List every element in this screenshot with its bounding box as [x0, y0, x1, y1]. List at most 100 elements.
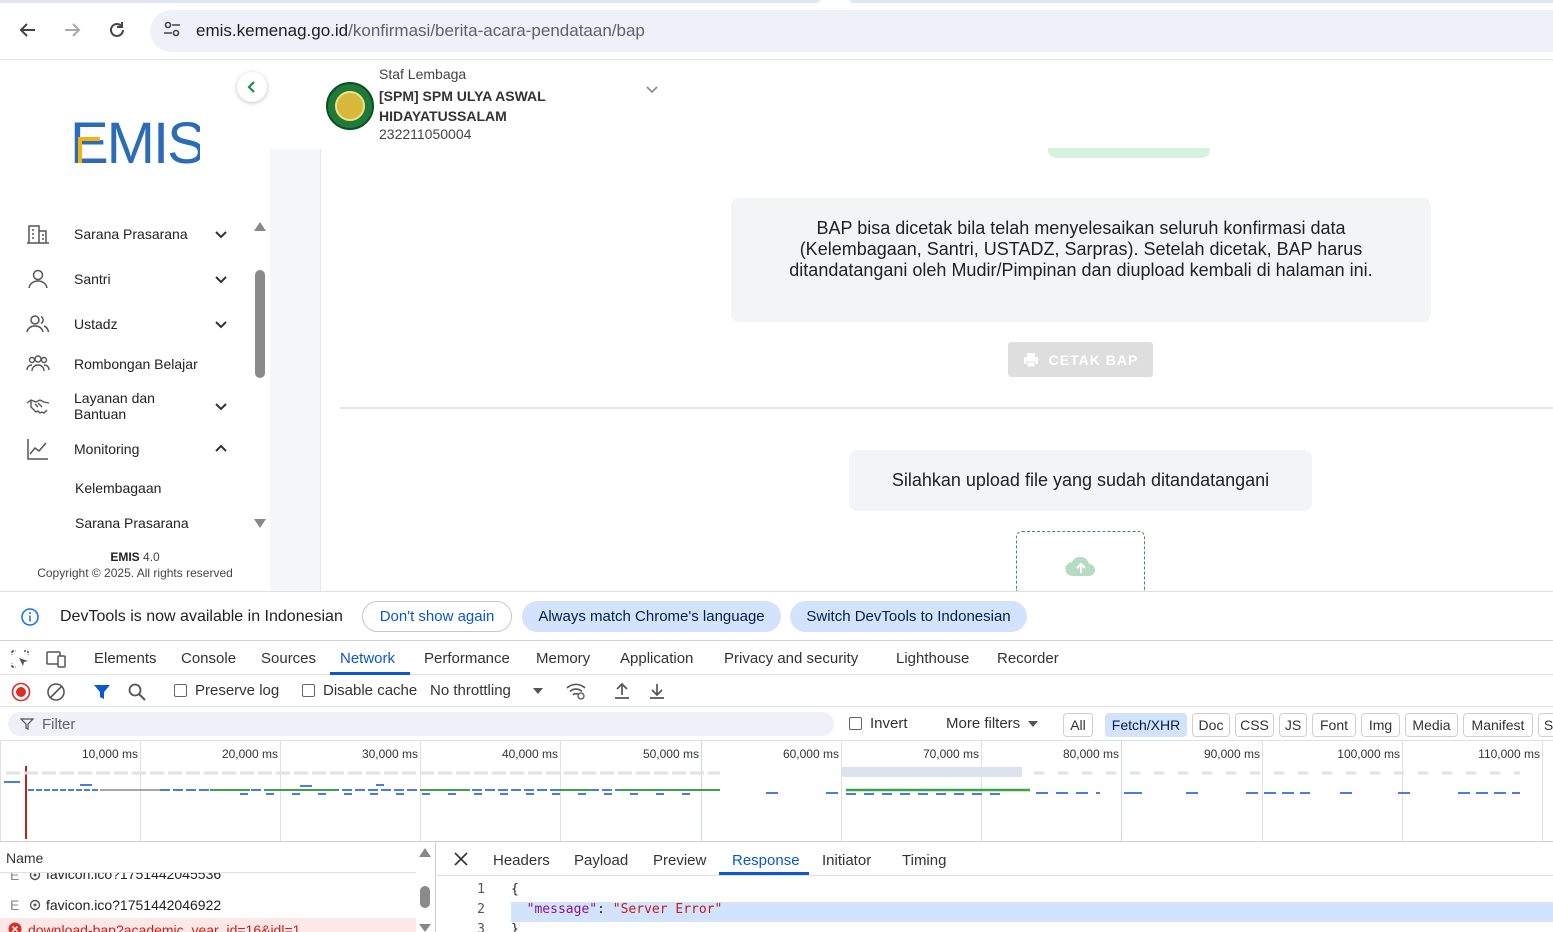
forward-icon[interactable]	[58, 16, 86, 44]
timeline-tick: 70,000 ms	[922, 747, 979, 761]
switch-to-indonesian-button[interactable]: Switch DevTools to Indonesian	[790, 601, 1027, 632]
filter-input[interactable]: Filter	[8, 712, 834, 736]
inspect-element-icon[interactable]	[10, 649, 30, 669]
scroll-up-icon[interactable]	[254, 222, 266, 231]
import-har-icon[interactable]	[612, 681, 632, 701]
tab-initiator[interactable]: Initiator	[822, 852, 871, 869]
search-icon[interactable]	[127, 682, 147, 702]
scrollbar-thumb[interactable]	[255, 270, 265, 378]
type-filter-js[interactable]: JS	[1279, 713, 1307, 737]
throttling-value: No throttling	[430, 682, 511, 699]
sidebar-item-sarana-prasarana[interactable]: Sarana Prasarana	[0, 222, 250, 246]
request-name: download-bap?academic_year_id=16&idl=1	[28, 922, 301, 932]
bap-info-box: BAP bisa dicetak bila telah menyelesaika…	[731, 198, 1431, 322]
cetak-bap-button[interactable]: CETAK BAP	[1008, 342, 1153, 377]
institution-dropdown-icon[interactable]	[643, 80, 661, 98]
sidebar-item-layanan-dan-bantuan[interactable]: Layanan dan Bantuan	[0, 390, 250, 422]
tab-recorder[interactable]: Recorder	[997, 650, 1059, 667]
chevron-up-icon[interactable]	[212, 440, 230, 458]
column-header-name[interactable]: Name	[0, 842, 416, 873]
scroll-up-icon[interactable]	[419, 848, 431, 857]
sidebar-item-santri[interactable]: Santri	[0, 267, 250, 291]
preserve-log-label: Preserve log	[195, 682, 280, 699]
more-filters-dropdown[interactable]: More filters	[946, 715, 1039, 732]
chevron-down-icon[interactable]	[212, 270, 230, 288]
reload-icon[interactable]	[103, 16, 131, 44]
type-filter-css[interactable]: CSS	[1235, 713, 1274, 737]
sidebar-collapse-button[interactable]	[237, 72, 267, 102]
invert-checkbox[interactable]: Invert	[849, 715, 908, 732]
tab-response[interactable]: Response	[732, 852, 800, 869]
upload-dropzone[interactable]	[1016, 531, 1145, 591]
type-filter-doc[interactable]: Doc	[1192, 713, 1230, 737]
sidebar-item-label: Layanan dan Bantuan	[74, 390, 155, 422]
sidebar-scrollbar[interactable]	[252, 222, 268, 528]
address-bar[interactable]: emis.kemenag.go.id/konfirmasi/berita-aca…	[150, 10, 1553, 52]
dont-show-again-button[interactable]: Don't show again	[362, 601, 512, 632]
back-icon[interactable]	[14, 16, 42, 44]
request-row[interactable]: E favicon.ico?1751442045536	[0, 873, 416, 889]
sidebar-item-monitoring[interactable]: Monitoring	[0, 437, 250, 461]
network-timeline-overview[interactable]: 10,000 ms 20,000 ms 30,000 ms 40,000 ms …	[0, 741, 1553, 842]
tab-preview[interactable]: Preview	[653, 852, 706, 869]
timeline-tick: 50,000 ms	[642, 747, 699, 761]
site-info-icon[interactable]	[162, 19, 184, 44]
scroll-down-icon[interactable]	[254, 519, 266, 528]
footer-version: 4.0	[143, 550, 160, 564]
filter-icon[interactable]	[92, 682, 112, 702]
type-filter-all[interactable]: All	[1063, 713, 1093, 737]
export-har-icon[interactable]	[647, 681, 667, 701]
request-row-error[interactable]: download-bap?academic_year_id=16&idl=1	[0, 918, 416, 932]
devtools-tabbar: Elements Console Sources Network Perform…	[0, 640, 1553, 675]
request-list-scrollbar[interactable]	[416, 842, 436, 932]
tab-memory[interactable]: Memory	[536, 650, 590, 667]
sidebar-item-label: Rombongan Belajar	[74, 356, 198, 372]
type-filter-font[interactable]: Font	[1312, 713, 1356, 737]
tab-performance[interactable]: Performance	[424, 650, 510, 667]
type-filter-more[interactable]: S	[1538, 713, 1553, 737]
tab-elements[interactable]: Elements	[94, 650, 157, 667]
tab-sources[interactable]: Sources	[261, 650, 316, 667]
record-stop-icon[interactable]	[11, 682, 31, 702]
sidebar-subitem-kelembagaan[interactable]: Kelembagaan	[75, 480, 161, 496]
tab-payload[interactable]: Payload	[574, 852, 628, 869]
line-number: 2	[477, 902, 485, 917]
tab-lighthouse[interactable]: Lighthouse	[896, 650, 969, 667]
tab-application[interactable]: Application	[620, 650, 693, 667]
type-filter-fetch-xhr[interactable]: Fetch/XHR	[1105, 713, 1187, 737]
chevron-down-icon[interactable]	[212, 225, 230, 243]
institution-name: [SPM] SPM ULYA ASWAL HIDAYATUSSALAM	[379, 88, 546, 124]
type-filter-manifest[interactable]: Manifest	[1463, 713, 1533, 737]
sidebar-item-label: Monitoring	[74, 441, 140, 457]
tab-console[interactable]: Console	[181, 650, 236, 667]
scrollbar-thumb[interactable]	[420, 886, 430, 908]
type-filter-media[interactable]: Media	[1405, 713, 1458, 737]
always-match-language-button[interactable]: Always match Chrome's language	[522, 601, 781, 632]
sidebar-item-label: Ustadz	[74, 316, 118, 332]
disable-cache-checkbox[interactable]: Disable cache	[302, 682, 417, 699]
device-toolbar-icon[interactable]	[46, 649, 66, 669]
clear-icon[interactable]	[46, 682, 66, 702]
tab-headers[interactable]: Headers	[493, 852, 550, 869]
tab-network[interactable]: Network	[340, 650, 395, 667]
sidebar-subitem-sarana-prasarana[interactable]: Sarana Prasarana	[75, 515, 189, 531]
network-conditions-icon[interactable]	[565, 681, 587, 701]
devtools-language-infobar: DevTools is now available in Indonesian …	[0, 591, 1553, 640]
type-filter-img[interactable]: Img	[1361, 713, 1400, 737]
more-filters-label: More filters	[946, 715, 1021, 732]
tab-privacy-security[interactable]: Privacy and security	[724, 650, 858, 667]
close-icon[interactable]	[454, 852, 468, 866]
cetak-bap-label: CETAK BAP	[1048, 351, 1139, 368]
sidebar-item-ustadz[interactable]: Ustadz	[0, 312, 250, 336]
request-row[interactable]: E favicon.ico?1751442046922	[0, 893, 416, 917]
dropdown-arrow-icon	[532, 687, 543, 694]
chevron-down-icon[interactable]	[212, 315, 230, 333]
person-icon	[28, 269, 48, 289]
sidebar-item-rombongan-belajar[interactable]: Rombongan Belajar	[0, 352, 250, 376]
preserve-log-checkbox[interactable]: Preserve log	[174, 682, 279, 699]
tab-timing[interactable]: Timing	[902, 852, 946, 869]
scroll-down-icon[interactable]	[419, 924, 431, 932]
handshake-icon	[26, 399, 50, 414]
chevron-down-icon[interactable]	[212, 397, 230, 415]
throttling-select[interactable]: No throttling	[430, 682, 543, 699]
